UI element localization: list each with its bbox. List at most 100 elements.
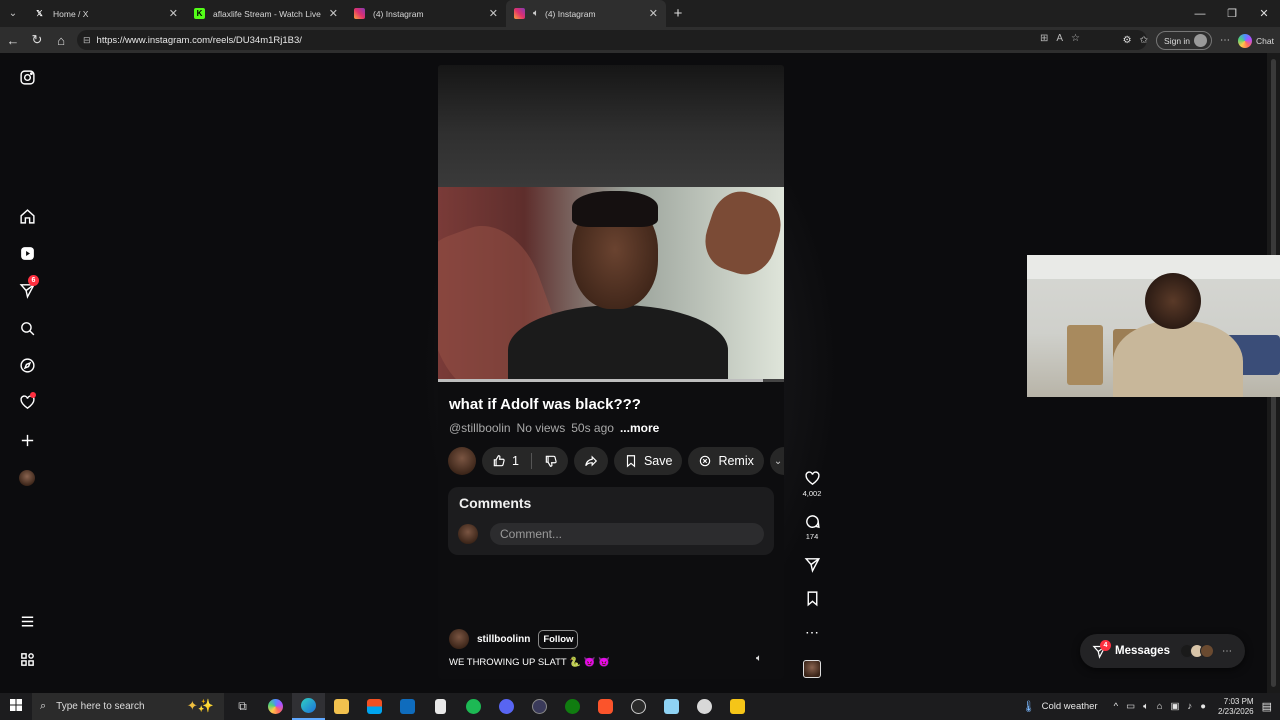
site-info-icon[interactable]: ⊟ — [83, 35, 91, 46]
instagram-logo-icon[interactable] — [14, 64, 40, 90]
obs-app-icon[interactable] — [622, 693, 655, 720]
comment-input[interactable] — [490, 523, 764, 545]
save-button[interactable]: Save — [613, 447, 683, 475]
avatar — [1199, 644, 1214, 658]
windows-start-button[interactable] — [0, 698, 32, 716]
close-tab-icon[interactable]: ✕ — [169, 7, 178, 20]
sidebar-item-home[interactable] — [14, 203, 40, 229]
notepad-app-icon[interactable] — [424, 693, 457, 720]
channel-avatar[interactable] — [448, 447, 476, 475]
back-icon[interactable]: ← — [1, 33, 25, 48]
tab-instagram-active[interactable]: 🔈︎ (4) Instagram ✕ — [506, 0, 666, 27]
display-icon[interactable]: ▣ — [1171, 701, 1180, 712]
restore-icon[interactable]: ❐ — [1216, 7, 1248, 20]
more-link[interactable]: ...more — [620, 421, 659, 435]
bookmark-icon — [626, 455, 636, 468]
brave-app-icon[interactable] — [589, 693, 622, 720]
save-action[interactable] — [799, 590, 825, 607]
copilot-app-icon[interactable] — [259, 693, 292, 720]
owner-avatar[interactable] — [449, 629, 469, 649]
more-options-action[interactable]: ⋯ — [799, 624, 825, 641]
favorite-star-icon[interactable]: ☆ — [1071, 33, 1080, 44]
close-tab-icon[interactable]: ✕ — [649, 7, 658, 20]
sticky-app-icon[interactable] — [721, 693, 754, 720]
outlook-app-icon[interactable] — [391, 693, 424, 720]
tab-title: Home / X — [53, 8, 89, 19]
sidebar-item-search[interactable] — [14, 315, 40, 341]
reel-top-blur — [438, 65, 784, 187]
minimize-icon[interactable]: — — [1184, 8, 1216, 20]
instagram-logo-icon — [354, 8, 365, 19]
follow-button[interactable]: Follow — [538, 629, 579, 649]
reel-video[interactable] — [438, 187, 784, 381]
reel-card[interactable]: what if Adolf was black??? @stillboolin … — [438, 65, 784, 679]
favorites-icon[interactable]: ✩ — [1140, 35, 1148, 46]
reel-handle[interactable]: @stillboolin — [449, 421, 511, 435]
video-progress-bar[interactable] — [438, 379, 784, 382]
app-available-icon[interactable]: ⊞ — [1040, 33, 1048, 44]
taskbar-search[interactable]: ⌕ Type here to search ✦✨ — [32, 693, 224, 720]
remix-button[interactable]: Remix — [688, 447, 764, 475]
more-actions-button[interactable]: ⌄ — [769, 447, 784, 475]
sidebar-item-more[interactable] — [14, 608, 40, 634]
spotify-app-icon[interactable] — [457, 693, 490, 720]
comment-action[interactable]: 174 — [799, 513, 825, 541]
sidebar-item-direct[interactable]: 6 — [14, 275, 40, 303]
close-tab-icon[interactable]: ✕ — [329, 7, 338, 20]
sidebar-item-create[interactable] — [14, 427, 40, 453]
thumbs-down-icon[interactable] — [544, 454, 558, 468]
home-icon[interactable]: ⌂ — [49, 33, 73, 48]
refresh-icon[interactable]: ↻ — [25, 32, 49, 48]
sidebar-item-also-from-meta[interactable] — [14, 646, 40, 672]
volume-icon[interactable]: 🔈︎ — [756, 653, 770, 667]
close-window-icon[interactable]: ✕ — [1248, 7, 1280, 20]
sign-in-button[interactable]: Sign in — [1156, 31, 1213, 50]
speaker-icon[interactable]: 🔈︎ — [1143, 701, 1149, 712]
task-view-icon[interactable]: ⧉ — [226, 693, 259, 720]
tab-home-x[interactable]: 𝕏 Home / X ✕ — [26, 0, 186, 27]
thumbs-up-icon[interactable] — [492, 454, 506, 468]
new-tab-button[interactable]: + — [666, 5, 690, 22]
media-app-icon[interactable] — [523, 693, 556, 720]
original-audio-thumbnail[interactable] — [803, 660, 821, 678]
app-icon[interactable] — [688, 693, 721, 720]
close-tab-icon[interactable]: ✕ — [489, 7, 498, 20]
sidebar-item-profile[interactable] — [14, 465, 40, 491]
share-button[interactable] — [573, 447, 608, 475]
url-field[interactable]: ⊟ https://www.instagram.com/reels/DU34m1… — [77, 30, 1147, 50]
store-app-icon[interactable] — [358, 693, 391, 720]
tab-kick-stream[interactable]: K aflaxlife Stream - Watch Live on Ki ✕ — [186, 0, 346, 27]
copilot-chat-button[interactable]: Chat — [1238, 33, 1274, 48]
weather-label: Cold weather — [1041, 701, 1098, 712]
discord-app-icon[interactable] — [490, 693, 523, 720]
tab-actions-menu-button[interactable]: ⌄ — [0, 8, 26, 19]
share-action[interactable] — [799, 556, 825, 573]
file-explorer-icon[interactable] — [325, 693, 358, 720]
like-action[interactable]: 4,002 — [799, 470, 825, 498]
reel-title: what if Adolf was black??? — [449, 396, 641, 413]
battery-icon[interactable]: ▭ — [1126, 701, 1135, 712]
more-menu-icon[interactable]: ⋯ — [1220, 35, 1230, 46]
weather-widget[interactable]: 🌡︎ Cold weather — [1022, 700, 1098, 713]
clock-date: 2/23/2026 — [1218, 706, 1254, 716]
notifications-icon[interactable]: ▤ — [1262, 700, 1272, 713]
volume-icon[interactable]: ♪ — [1188, 701, 1193, 712]
video-person-hand — [697, 187, 784, 282]
sidebar-item-notifications[interactable] — [14, 389, 40, 415]
clock[interactable]: 7:03 PM 2/23/2026 — [1218, 697, 1254, 717]
chevron-up-icon[interactable]: ^ — [1114, 701, 1118, 712]
search-icon — [20, 321, 34, 335]
sidebar-item-reels[interactable] — [14, 240, 40, 266]
network-icon[interactable]: ⌂ — [1157, 701, 1163, 712]
xbox-app-icon[interactable] — [556, 693, 589, 720]
extensions-icon[interactable]: ⚙ — [1123, 35, 1132, 46]
read-aloud-icon[interactable]: A — [1056, 33, 1063, 44]
messages-button[interactable]: 4 Messages ⋯ — [1080, 634, 1245, 668]
speaker-icon[interactable]: 🔈︎ — [533, 8, 539, 19]
microphone-icon[interactable]: ● — [1200, 701, 1206, 712]
sidebar-item-explore[interactable] — [14, 352, 40, 378]
owner-name[interactable]: stillboolinn — [477, 634, 530, 645]
tab-instagram[interactable]: (4) Instagram ✕ — [346, 0, 506, 27]
snipping-tool-icon[interactable] — [655, 693, 688, 720]
edge-app-icon[interactable] — [292, 693, 325, 720]
